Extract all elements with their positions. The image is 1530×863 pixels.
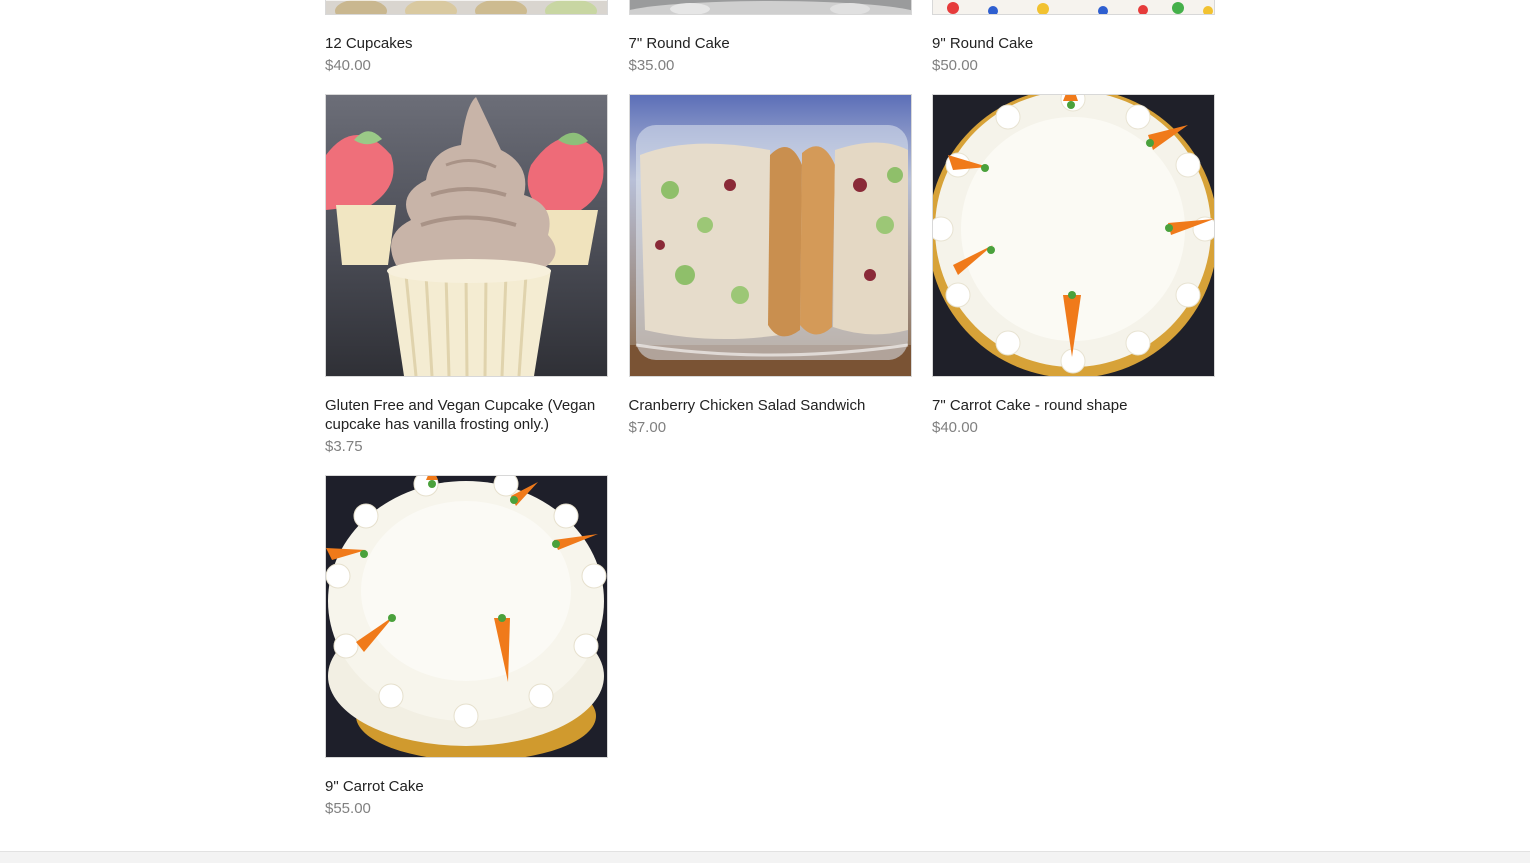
product-grid: 12 Cupcakes $40.00 7" Round Cake $35.00 xyxy=(325,0,1216,837)
product-name[interactable]: 7" Round Cake xyxy=(629,34,912,53)
product-price: $3.75 xyxy=(325,438,363,455)
carrot-cake-tall-photo xyxy=(326,476,607,757)
product-name[interactable]: 7" Carrot Cake - round shape xyxy=(932,396,1215,415)
product-image-7-round-cake[interactable] xyxy=(628,0,912,15)
product-card-vegan-cupcake[interactable]: Gluten Free and Vegan Cupcake (Vegan cup… xyxy=(325,94,608,456)
product-image-chicken-salad-sandwich[interactable] xyxy=(628,94,912,377)
product-card-9-carrot-cake[interactable]: 9" Carrot Cake $55.00 xyxy=(325,475,608,818)
page: 12 Cupcakes $40.00 7" Round Cake $35.00 xyxy=(0,0,1530,863)
product-image-vegan-cupcake[interactable] xyxy=(325,94,608,377)
product-price: $55.00 xyxy=(325,800,371,817)
product-card-12-cupcakes[interactable]: 12 Cupcakes $40.00 xyxy=(325,0,608,75)
chicken-salad-sandwich-photo xyxy=(629,95,911,376)
product-name[interactable]: Cranberry Chicken Salad Sandwich xyxy=(629,396,912,415)
carrot-cake-photo xyxy=(933,95,1214,376)
product-name[interactable]: Gluten Free and Vegan Cupcake (Vegan cup… xyxy=(325,396,608,434)
product-price: $50.00 xyxy=(932,57,978,74)
product-card-chicken-salad-sandwich[interactable]: Cranberry Chicken Salad Sandwich $7.00 xyxy=(628,94,912,456)
product-name[interactable]: 9" Round Cake xyxy=(932,34,1215,53)
product-price: $7.00 xyxy=(628,419,667,436)
product-name[interactable]: 9" Carrot Cake xyxy=(325,777,608,796)
product-price: $40.00 xyxy=(932,419,978,436)
product-image-9-carrot-cake[interactable] xyxy=(325,475,608,758)
product-price: $35.00 xyxy=(628,57,675,74)
product-name[interactable]: 12 Cupcakes xyxy=(325,34,608,53)
polka-dot-cake-photo xyxy=(933,0,1214,14)
round-cake-photo xyxy=(629,0,911,14)
product-image-12-cupcakes[interactable] xyxy=(325,0,608,15)
product-card-7-round-cake[interactable]: 7" Round Cake $35.00 xyxy=(628,0,912,75)
product-card-9-round-cake[interactable]: 9" Round Cake $50.00 xyxy=(932,0,1215,75)
product-price: $40.00 xyxy=(325,57,371,74)
product-image-9-round-cake[interactable] xyxy=(932,0,1215,15)
product-card-7-carrot-cake[interactable]: 7" Carrot Cake - round shape $40.00 xyxy=(932,94,1215,456)
vegan-cupcake-photo xyxy=(326,95,607,376)
cupcakes-box-photo xyxy=(326,0,607,14)
product-image-7-carrot-cake[interactable] xyxy=(932,94,1215,377)
footer-bar xyxy=(0,851,1530,863)
